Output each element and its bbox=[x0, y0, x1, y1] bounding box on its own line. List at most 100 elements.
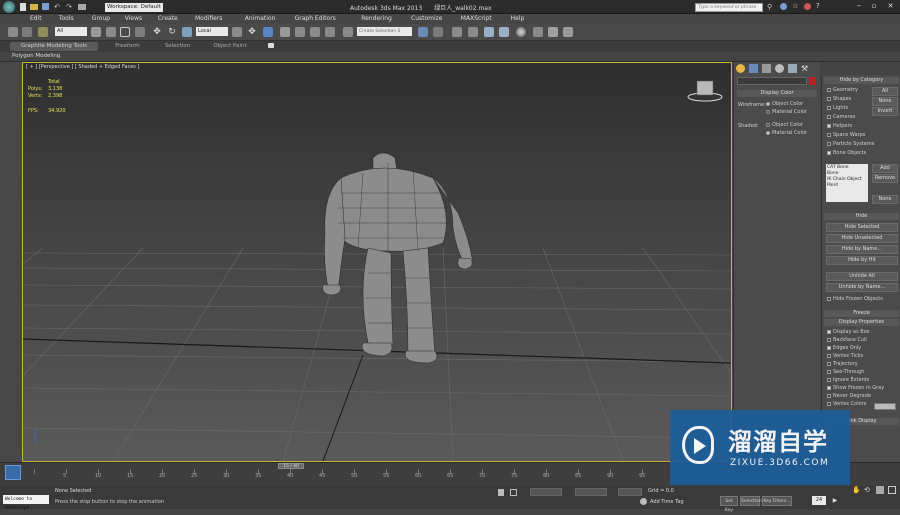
current-frame-field[interactable]: 24 bbox=[812, 496, 826, 505]
help-icon[interactable]: ? bbox=[816, 2, 820, 10]
search-input[interactable]: Type a keyword or phrase bbox=[695, 3, 763, 12]
menu-item-tools[interactable]: Tools bbox=[59, 15, 74, 22]
display-property-checkbox[interactable] bbox=[827, 330, 831, 334]
hide-header[interactable]: Hide bbox=[824, 213, 899, 220]
layer-manager-icon[interactable] bbox=[452, 27, 462, 37]
selection-dropdown[interactable]: Selection bbox=[740, 496, 762, 506]
undo-icon[interactable]: ↶ bbox=[54, 3, 60, 11]
save-icon[interactable] bbox=[42, 3, 49, 10]
category-checkbox[interactable] bbox=[827, 97, 831, 101]
wireframe-object-color-radio[interactable] bbox=[766, 102, 770, 106]
viewcube[interactable] bbox=[687, 80, 723, 102]
menu-item-animation[interactable]: Animation bbox=[245, 15, 276, 22]
exchange-icon[interactable] bbox=[804, 3, 811, 10]
reference-coordinate-dropdown[interactable]: Local bbox=[196, 27, 228, 36]
menu-item-maxscript[interactable]: MAXScript bbox=[461, 15, 492, 22]
category-checkbox[interactable] bbox=[827, 151, 831, 155]
select-object-icon[interactable] bbox=[91, 27, 101, 37]
maximize-viewport-icon[interactable] bbox=[888, 486, 896, 494]
category-checkbox[interactable] bbox=[827, 124, 831, 128]
hide-by-hit-button[interactable]: Hide by Hit bbox=[826, 256, 898, 265]
menu-item-customize[interactable]: Customize bbox=[411, 15, 443, 22]
list-remove-button[interactable]: Remove bbox=[872, 174, 898, 183]
render-production-icon[interactable] bbox=[563, 27, 573, 37]
display-property-checkbox[interactable] bbox=[827, 346, 831, 350]
pivot-center-icon[interactable] bbox=[232, 27, 242, 37]
freeze-header[interactable]: Freeze bbox=[824, 310, 899, 317]
vertex-colors-button[interactable] bbox=[874, 403, 896, 410]
category-checkbox[interactable] bbox=[827, 133, 831, 137]
panel-polygon-modeling[interactable]: Polygon Modeling bbox=[12, 53, 60, 59]
pan-icon[interactable]: ✋ bbox=[852, 486, 861, 494]
new-icon[interactable] bbox=[20, 3, 26, 11]
app-logo-icon[interactable] bbox=[3, 1, 15, 13]
absolute-mode-icon[interactable] bbox=[510, 489, 517, 496]
graphite-toggle-icon[interactable] bbox=[468, 27, 478, 37]
menu-item-graph-editors[interactable]: Graph Editors bbox=[295, 15, 336, 22]
menu-item-modifiers[interactable]: Modifiers bbox=[195, 15, 222, 22]
display-property-checkbox[interactable] bbox=[827, 378, 831, 382]
tab-freeform[interactable]: Freeform bbox=[105, 43, 150, 49]
hide-by-category-header[interactable]: Hide by Category bbox=[824, 77, 899, 84]
tab-selection[interactable]: Selection bbox=[155, 43, 200, 49]
list-item[interactable]: Point bbox=[827, 183, 867, 189]
search-icon[interactable]: ⚲ bbox=[767, 3, 772, 11]
curve-editor-icon[interactable] bbox=[484, 27, 494, 37]
mirror-icon[interactable] bbox=[418, 27, 428, 37]
display-property-checkbox[interactable] bbox=[827, 386, 831, 390]
display-property-checkbox[interactable] bbox=[827, 338, 831, 342]
window-crossing-icon[interactable] bbox=[135, 27, 145, 37]
star-icon[interactable]: ☆ bbox=[792, 2, 798, 10]
rotate-icon[interactable]: ↻ bbox=[167, 27, 177, 37]
menu-item-edit[interactable]: Edit bbox=[30, 15, 42, 22]
angle-snap-icon[interactable] bbox=[295, 27, 305, 37]
category-filter-listbox[interactable]: CAT Bone Bone IK Chain Object Point bbox=[826, 164, 868, 202]
close-button[interactable]: ✕ bbox=[883, 2, 898, 12]
material-editor-icon[interactable] bbox=[516, 27, 526, 37]
display-property-checkbox[interactable] bbox=[827, 394, 831, 398]
maxscript-listener[interactable]: Welcome to MAXScript bbox=[3, 495, 49, 511]
unlink-icon[interactable] bbox=[22, 27, 32, 37]
hold-icon[interactable] bbox=[78, 4, 86, 10]
shaded-object-color-radio[interactable] bbox=[766, 123, 770, 127]
selection-filter-dropdown[interactable]: All bbox=[55, 27, 87, 36]
wireframe-material-color-radio[interactable] bbox=[766, 110, 770, 114]
align-icon[interactable] bbox=[433, 27, 443, 37]
unhide-all-button[interactable]: Unhide All bbox=[826, 272, 898, 281]
schematic-view-icon[interactable] bbox=[499, 27, 509, 37]
percent-snap-icon[interactable] bbox=[310, 27, 320, 37]
minimize-button[interactable]: – bbox=[852, 2, 866, 12]
object-color-swatch[interactable] bbox=[809, 77, 816, 85]
orbit-icon[interactable]: ⟲ bbox=[864, 486, 872, 494]
menu-item-group[interactable]: Group bbox=[92, 15, 110, 22]
display-properties-header[interactable]: Display Properties bbox=[824, 319, 899, 326]
menu-item-create[interactable]: Create bbox=[158, 15, 178, 22]
object-name-field[interactable] bbox=[737, 77, 807, 85]
edit-named-selection-icon[interactable] bbox=[343, 27, 353, 37]
display-tab-icon[interactable] bbox=[788, 64, 797, 73]
tab-object-paint[interactable]: Object Paint bbox=[205, 43, 255, 49]
modify-tab-icon[interactable] bbox=[749, 64, 758, 73]
unhide-by-name-button[interactable]: Unhide by Name... bbox=[826, 283, 898, 292]
set-key-button[interactable]: Set Key bbox=[720, 496, 738, 513]
category-checkbox[interactable] bbox=[827, 88, 831, 92]
lock-selection-icon[interactable] bbox=[498, 489, 504, 496]
snap-toggle-icon[interactable] bbox=[280, 27, 290, 37]
list-none-button[interactable]: None bbox=[872, 195, 898, 204]
open-icon[interactable] bbox=[30, 4, 38, 10]
category-checkbox[interactable] bbox=[827, 106, 831, 110]
category-none-button[interactable]: None bbox=[872, 97, 898, 106]
maximize-button[interactable]: ▫ bbox=[867, 2, 881, 12]
tab-graphite-modeling-tools[interactable]: Graphite Modeling Tools bbox=[10, 42, 98, 51]
category-checkbox[interactable] bbox=[827, 115, 831, 119]
category-invert-button[interactable]: Invert bbox=[872, 107, 898, 116]
keyboard-shortcut-override-icon[interactable] bbox=[263, 27, 273, 37]
ribbon-options-icon[interactable] bbox=[268, 43, 274, 48]
mini-curve-editor-icon[interactable] bbox=[5, 465, 21, 480]
hide-frozen-checkbox[interactable] bbox=[827, 297, 831, 301]
hide-selected-button[interactable]: Hide Selected bbox=[826, 223, 898, 232]
redo-icon[interactable]: ↷ bbox=[66, 3, 72, 11]
selection-region-icon[interactable] bbox=[120, 27, 130, 37]
workspace-dropdown[interactable]: Workspace: Default bbox=[105, 3, 163, 12]
bind-spacewarp-icon[interactable] bbox=[38, 27, 48, 37]
